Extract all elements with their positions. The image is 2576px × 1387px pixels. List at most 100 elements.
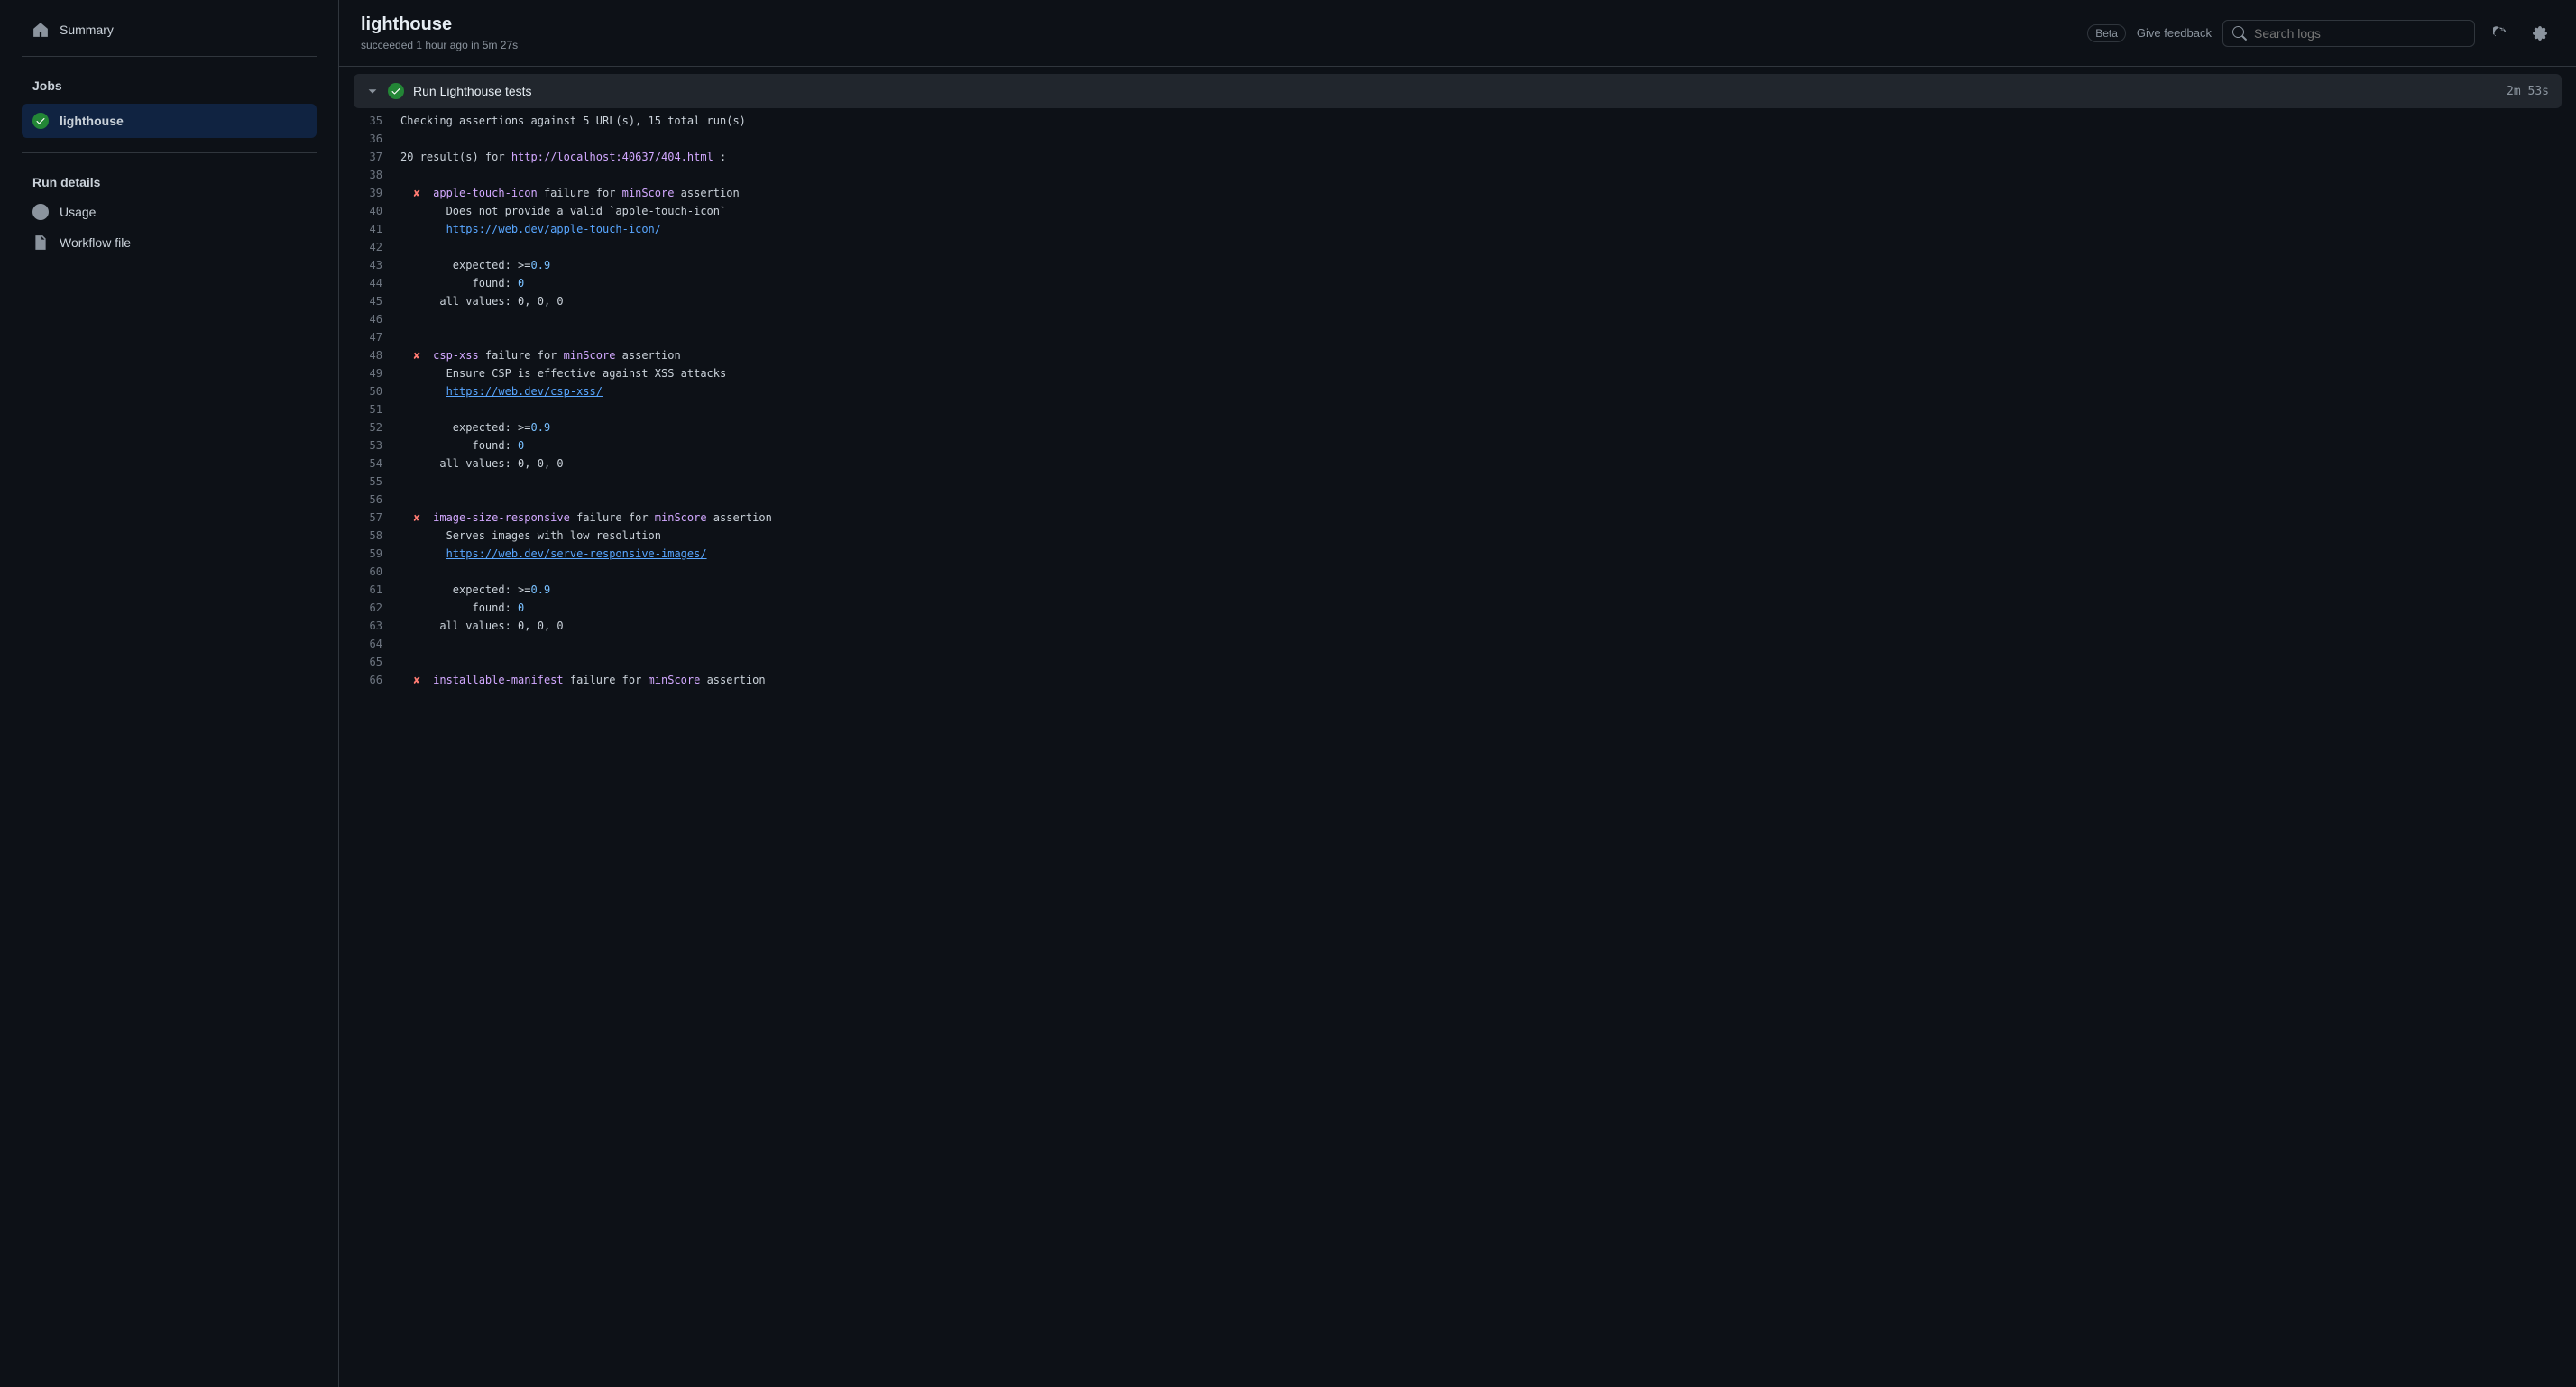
line-number: 47	[361, 328, 400, 346]
step-header[interactable]: Run Lighthouse tests 2m 53s	[354, 74, 2562, 108]
line-number: 54	[361, 455, 400, 473]
log-line: 61 expected: >=0.9	[354, 581, 2562, 599]
line-number: 65	[361, 653, 400, 671]
line-text: https://web.dev/serve-responsive-images/	[400, 545, 707, 563]
sidebar-item-summary[interactable]: Summary	[22, 14, 317, 45]
line-text: Serves images with low resolution	[400, 527, 661, 545]
success-icon	[388, 83, 404, 99]
log-line: 3720 result(s) for http://localhost:4063…	[354, 148, 2562, 166]
line-number: 59	[361, 545, 400, 563]
line-text: ✘ apple-touch-icon failure for minScore …	[400, 184, 740, 202]
search-input[interactable]	[2254, 26, 2465, 41]
line-number: 40	[361, 202, 400, 220]
line-text: expected: >=0.9	[400, 256, 550, 274]
log-line: 49 Ensure CSP is effective against XSS a…	[354, 364, 2562, 382]
line-text: Does not provide a valid `apple-touch-ic…	[400, 202, 726, 220]
log-line: 44 found: 0	[354, 274, 2562, 292]
divider	[22, 152, 317, 153]
log-line: 66 ✘ installable-manifest failure for mi…	[354, 671, 2562, 689]
summary-label: Summary	[60, 23, 114, 37]
log-line: 54 all values: 0, 0, 0	[354, 455, 2562, 473]
log-line: 48 ✘ csp-xss failure for minScore assert…	[354, 346, 2562, 364]
sidebar-item-workflow-file[interactable]: Workflow file	[22, 227, 317, 258]
line-number: 58	[361, 527, 400, 545]
line-number: 64	[361, 635, 400, 653]
line-text: all values: 0, 0, 0	[400, 292, 564, 310]
log-line: 41 https://web.dev/apple-touch-icon/	[354, 220, 2562, 238]
log-line: 45 all values: 0, 0, 0	[354, 292, 2562, 310]
line-number: 52	[361, 418, 400, 436]
sidebar-item-usage[interactable]: Usage	[22, 197, 317, 227]
line-number: 51	[361, 400, 400, 418]
log-line: 62 found: 0	[354, 599, 2562, 617]
refresh-icon	[2493, 26, 2507, 41]
line-text: expected: >=0.9	[400, 418, 550, 436]
log-line: 35Checking assertions against 5 URL(s), …	[354, 112, 2562, 130]
page-title: lighthouse	[361, 14, 518, 35]
log-line: 43 expected: >=0.9	[354, 256, 2562, 274]
chevron-down-icon	[366, 85, 379, 97]
line-number: 39	[361, 184, 400, 202]
line-number: 45	[361, 292, 400, 310]
run-details-heading: Run details	[22, 161, 317, 197]
line-text: ✘ image-size-responsive failure for minS…	[400, 509, 772, 527]
give-feedback-link[interactable]: Give feedback	[2137, 26, 2212, 40]
log-line: 36	[354, 130, 2562, 148]
log-line: 59 https://web.dev/serve-responsive-imag…	[354, 545, 2562, 563]
line-number: 63	[361, 617, 400, 635]
line-number: 56	[361, 491, 400, 509]
divider	[22, 56, 317, 57]
line-number: 60	[361, 563, 400, 581]
header-actions: Beta Give feedback	[2087, 19, 2554, 48]
line-number: 42	[361, 238, 400, 256]
line-number: 41	[361, 220, 400, 238]
log-line: 38	[354, 166, 2562, 184]
line-number: 36	[361, 130, 400, 148]
line-text: found: 0	[400, 599, 524, 617]
line-text: 20 result(s) for http://localhost:40637/…	[400, 148, 726, 166]
gear-icon	[2533, 26, 2547, 41]
log-line: 60	[354, 563, 2562, 581]
line-text: all values: 0, 0, 0	[400, 455, 564, 473]
log-lines: 35Checking assertions against 5 URL(s), …	[354, 112, 2562, 689]
log-line: 47	[354, 328, 2562, 346]
log-line: 56	[354, 491, 2562, 509]
line-number: 38	[361, 166, 400, 184]
log-line: 50 https://web.dev/csp-xss/	[354, 382, 2562, 400]
line-number: 62	[361, 599, 400, 617]
line-number: 44	[361, 274, 400, 292]
line-number: 57	[361, 509, 400, 527]
line-number: 48	[361, 346, 400, 364]
log-line: 46	[354, 310, 2562, 328]
line-text: found: 0	[400, 436, 524, 455]
line-text: found: 0	[400, 274, 524, 292]
refresh-button[interactable]	[2486, 19, 2515, 48]
settings-button[interactable]	[2525, 19, 2554, 48]
line-number: 55	[361, 473, 400, 491]
line-number: 66	[361, 671, 400, 689]
beta-badge: Beta	[2087, 24, 2126, 42]
log-line: 53 found: 0	[354, 436, 2562, 455]
log-line: 57 ✘ image-size-responsive failure for m…	[354, 509, 2562, 527]
log-area[interactable]: Run Lighthouse tests 2m 53s 35Checking a…	[339, 67, 2576, 1387]
page-subtitle: succeeded 1 hour ago in 5m 27s	[361, 39, 518, 51]
line-text: https://web.dev/apple-touch-icon/	[400, 220, 661, 238]
step-title: Run Lighthouse tests	[413, 84, 2498, 98]
log-line: 63 all values: 0, 0, 0	[354, 617, 2562, 635]
usage-label: Usage	[60, 205, 96, 219]
line-number: 46	[361, 310, 400, 328]
usage-icon	[32, 204, 49, 220]
log-line: 51	[354, 400, 2562, 418]
line-number: 43	[361, 256, 400, 274]
house-icon	[32, 22, 49, 38]
line-text: Ensure CSP is effective against XSS atta…	[400, 364, 726, 382]
log-line: 55	[354, 473, 2562, 491]
sidebar: Summary Jobs lighthouse Run details Usag…	[0, 0, 339, 1387]
line-text: https://web.dev/csp-xss/	[400, 382, 603, 400]
step-duration: 2m 53s	[2507, 85, 2549, 98]
line-text: ✘ installable-manifest failure for minSc…	[400, 671, 766, 689]
line-number: 37	[361, 148, 400, 166]
sidebar-item-lighthouse[interactable]: lighthouse	[22, 104, 317, 138]
log-line: 65	[354, 653, 2562, 671]
search-wrap[interactable]	[2222, 20, 2475, 47]
